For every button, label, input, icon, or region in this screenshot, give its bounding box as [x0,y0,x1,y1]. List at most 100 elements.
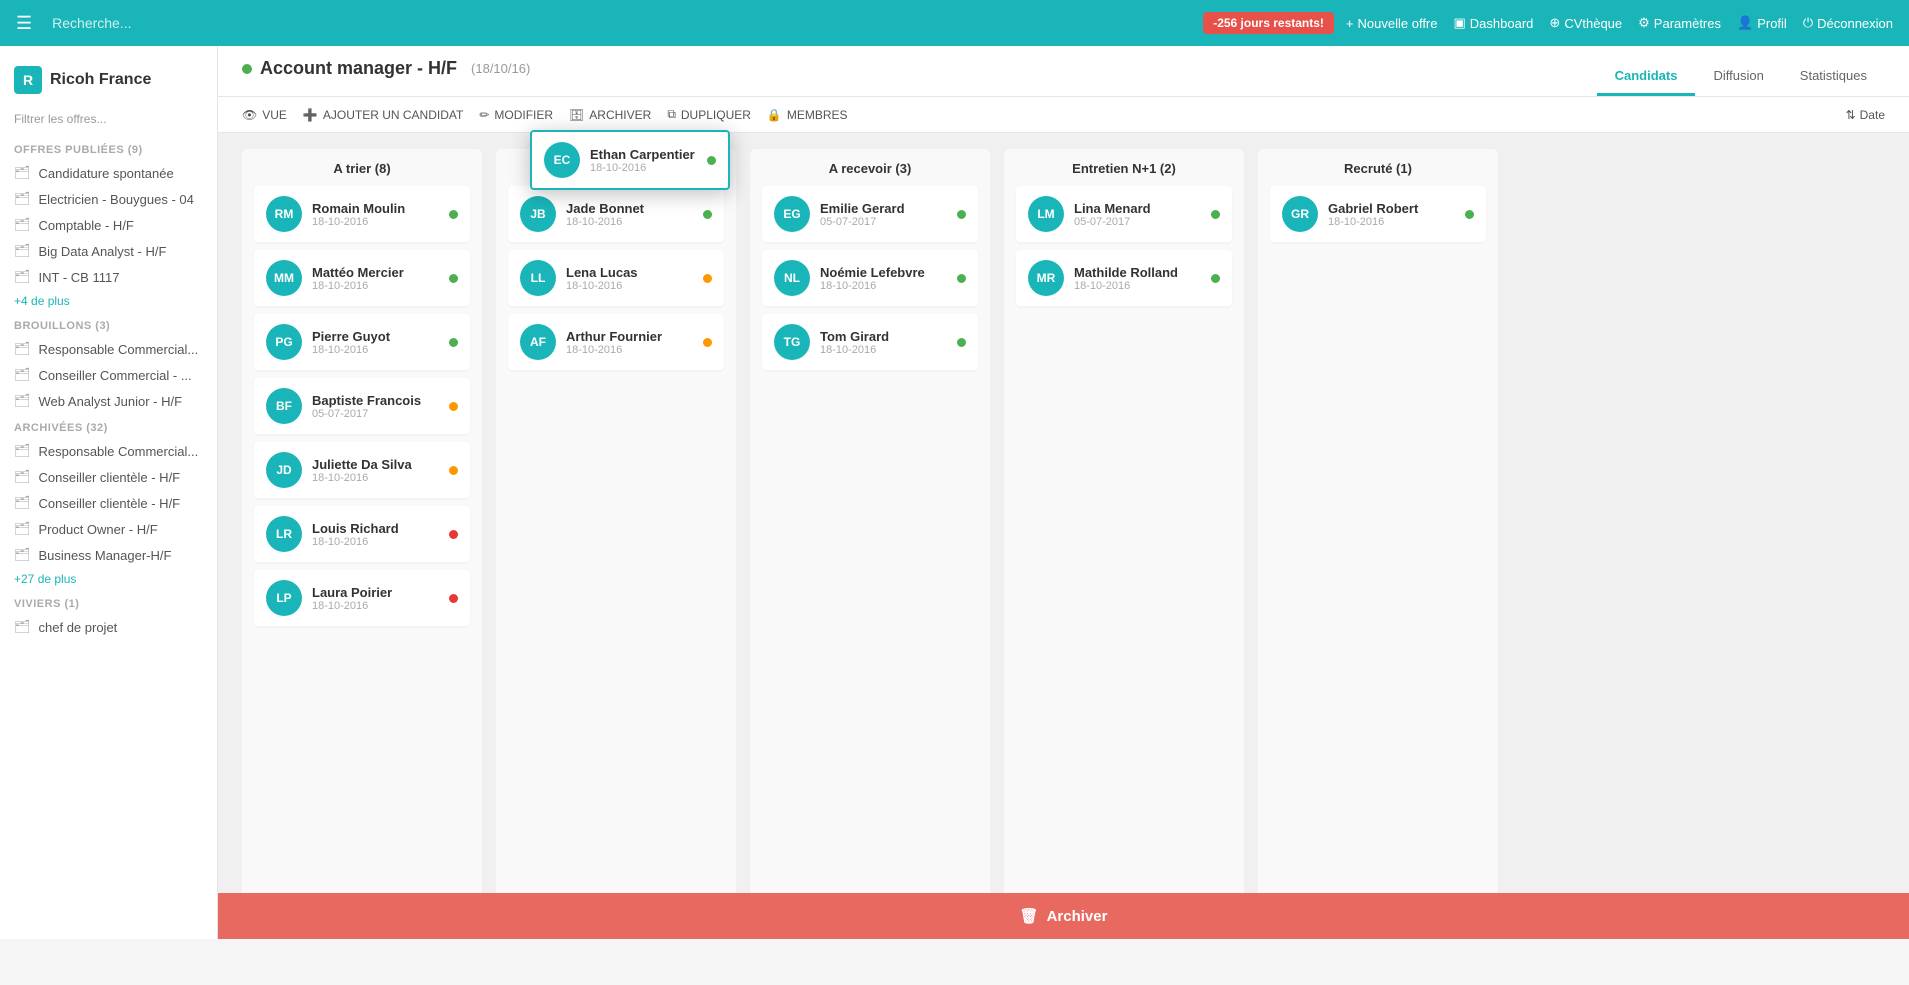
candidate-name: Louis Richard [312,521,439,536]
candidate-card[interactable]: MRMathilde Rolland18-10-2016 [1016,250,1232,306]
candidate-date: 18-10-2016 [312,536,439,548]
candidate-name: Emilie Gerard [820,201,947,216]
archive-icon: 🗄 [569,108,584,122]
sidebar-item-resp-commercial[interactable]: 🗂Responsable Commercial... [0,336,217,362]
sidebar-more-publiees[interactable]: +4 de plus [0,290,217,312]
candidate-date: 05-07-2017 [820,216,947,228]
duplicate-icon: ⧉ [667,107,676,122]
candidate-card[interactable]: PGPierre Guyot18-10-2016 [254,314,470,370]
briefcase-icon: 🗂 [14,469,31,485]
sidebar-item-arch-conseiller-1[interactable]: 🗂Conseiller clientèle - H/F [0,464,217,490]
kanban-col-a-recevoir: A recevoir (3)EGEmilie Gerard05-07-2017N… [750,149,990,923]
nav-parametres[interactable]: ⚙ Paramètres [1638,15,1721,31]
kanban-col-title-recrute: Recruté (1) [1270,161,1486,176]
candidate-card[interactable]: LRLouis Richard18-10-2016 [254,506,470,562]
candidate-card[interactable]: NLNoémie Lefebvre18-10-2016 [762,250,978,306]
sidebar-item-arch-conseiller-2[interactable]: 🗂Conseiller clientèle - H/F [0,490,217,516]
dashboard-icon: ▣ [1454,15,1466,31]
candidate-card[interactable]: EGEmilie Gerard05-07-2017 [762,186,978,242]
candidate-name: Arthur Fournier [566,329,693,344]
nav-profil[interactable]: 👤 Profil [1737,15,1787,31]
candidate-date: 18-10-2016 [312,600,439,612]
candidate-name: Lina Menard [1074,201,1201,216]
kanban-col-a-appeler: A appeler (4) JBJade Bonnet18-10-2016 LLLe… [496,149,736,923]
nav-links: + Nouvelle offre ▣ Dashboard ⊕ CVthèque … [1346,15,1893,31]
avatar: BF [266,388,302,424]
sidebar-more-archivees[interactable]: +27 de plus [0,568,217,590]
user-icon: 👤 [1737,15,1753,31]
kanban-col-title-a-appeler: A appeler (4) [508,161,724,176]
kanban-col-title-entretien: Entretien N+1 (2) [1016,161,1232,176]
candidate-date: 18-10-2016 [820,344,947,356]
avatar: MM [266,260,302,296]
section-archivees: ARCHIVÉES (32) [0,414,217,438]
tab-diffusion[interactable]: Diffusion [1695,58,1781,96]
job-title-row: Account manager - H/F (18/10/16) [242,58,530,91]
sidebar-item-web-analyst[interactable]: 🗂Web Analyst Junior - H/F [0,388,217,414]
logout-icon: ⏻ [1803,15,1813,31]
filter-offers-input[interactable]: Filtrer les offres... [0,108,217,136]
toolbar-vue-button[interactable]: 👁 VUE [242,104,287,126]
kanban-col-a-trier: A trier (8) RMRomain Moulin18-10-2016 MMMa… [242,149,482,923]
search-input[interactable] [52,15,1191,31]
sidebar: R Ricoh France Filtrer les offres... OFF… [0,46,218,939]
nav-nouvelle-offre[interactable]: + Nouvelle offre [1346,16,1438,31]
toolbar-ajouter-button[interactable]: ➕ AJOUTER UN CANDIDAT [303,104,463,126]
candidate-card[interactable]: GRGabriel Robert18-10-2016 [1270,186,1486,242]
candidate-card[interactable]: MMMattéo Mercier18-10-2016 [254,250,470,306]
avatar: PG [266,324,302,360]
sidebar-item-comptable[interactable]: 🗂Comptable - H/F [0,212,217,238]
candidate-card[interactable]: AFArthur Fournier18-10-2016 [508,314,724,370]
sidebar-item-int-cb[interactable]: 🗂INT - CB 1117 [0,264,217,290]
sidebar-item-conseiller-commercial[interactable]: 🗂Conseiller Commercial - ... [0,362,217,388]
menu-hamburger-icon[interactable]: ☰ [16,13,32,34]
toolbar-date-sort[interactable]: ⇅ Date [1846,108,1885,122]
candidate-card[interactable]: BFBaptiste Francois05-07-2017 [254,378,470,434]
avatar: TG [774,324,810,360]
kanban-col-title-a-trier: A trier (8) [254,161,470,176]
toolbar-membres-button[interactable]: 🔒 MEMBRES [767,104,848,126]
candidate-card[interactable]: LLLena Lucas18-10-2016 [508,250,724,306]
sidebar-item-chef-de-projet[interactable]: 🗂chef de projet [0,614,217,640]
briefcase-icon: 🗂 [14,367,31,383]
nav-cvtheque[interactable]: ⊕ CVthèque [1549,15,1622,31]
nav-deconnexion[interactable]: ⏻ Déconnexion [1803,15,1893,31]
candidate-date: 18-10-2016 [312,280,439,292]
status-dot [449,594,458,603]
candidate-date: 18-10-2016 [312,472,439,484]
candidate-card[interactable]: TGTom Girard18-10-2016 [762,314,978,370]
sidebar-item-bigdata[interactable]: 🗂Big Data Analyst - H/F [0,238,217,264]
toolbar: 👁 VUE ➕ AJOUTER UN CANDIDAT ✏ MODIFIER 🗄… [218,97,1909,133]
candidate-name: Romain Moulin [312,201,439,216]
sidebar-item-arch-resp-commercial[interactable]: 🗂Responsable Commercial... [0,438,217,464]
tab-statistiques[interactable]: Statistiques [1782,58,1885,96]
tab-candidats[interactable]: Candidats [1597,58,1696,96]
toolbar-archiver-button[interactable]: 🗄 ARCHIVER [569,104,651,126]
plus-icon: + [1346,16,1354,31]
toolbar-modifier-button[interactable]: ✏ MODIFIER [479,104,553,126]
sidebar-item-arch-business-manager[interactable]: 🗂Business Manager-H/F [0,542,217,568]
archiver-bottom-bar[interactable]: 🗑 Archiver [218,893,1909,939]
sidebar-logo[interactable]: R Ricoh France [0,58,217,108]
candidate-card[interactable]: RMRomain Moulin18-10-2016 [254,186,470,242]
sidebar-item-arch-product-owner[interactable]: 🗂Product Owner - H/F [0,516,217,542]
top-navigation: ☰ -256 jours restants! + Nouvelle offre … [0,0,1909,46]
job-title: Account manager - H/F [260,58,457,79]
candidate-card[interactable]: JBJade Bonnet18-10-2016 [508,186,724,242]
status-dot [957,338,966,347]
sidebar-item-electricien[interactable]: 🗂Electricien - Bouygues - 04 [0,186,217,212]
status-dot [449,338,458,347]
sidebar-item-candidature-spontanee[interactable]: 🗂Candidature spontanée [0,160,217,186]
section-viviers: VIVIERS (1) [0,590,217,614]
nav-dashboard[interactable]: ▣ Dashboard [1454,15,1534,31]
briefcase-icon: 🗂 [14,443,31,459]
candidate-card[interactable]: LPLaura Poirier18-10-2016 [254,570,470,626]
job-tabs: Candidats Diffusion Statistiques [1597,58,1885,96]
toolbar-dupliquer-button[interactable]: ⧉ DUPLIQUER [667,103,751,126]
avatar: LL [520,260,556,296]
job-status-indicator [242,64,252,74]
candidate-card[interactable]: LMLina Menard05-07-2017 [1016,186,1232,242]
briefcase-icon: 🗂 [14,191,31,207]
candidate-card[interactable]: JDJuliette Da Silva18-10-2016 [254,442,470,498]
status-dot [449,530,458,539]
